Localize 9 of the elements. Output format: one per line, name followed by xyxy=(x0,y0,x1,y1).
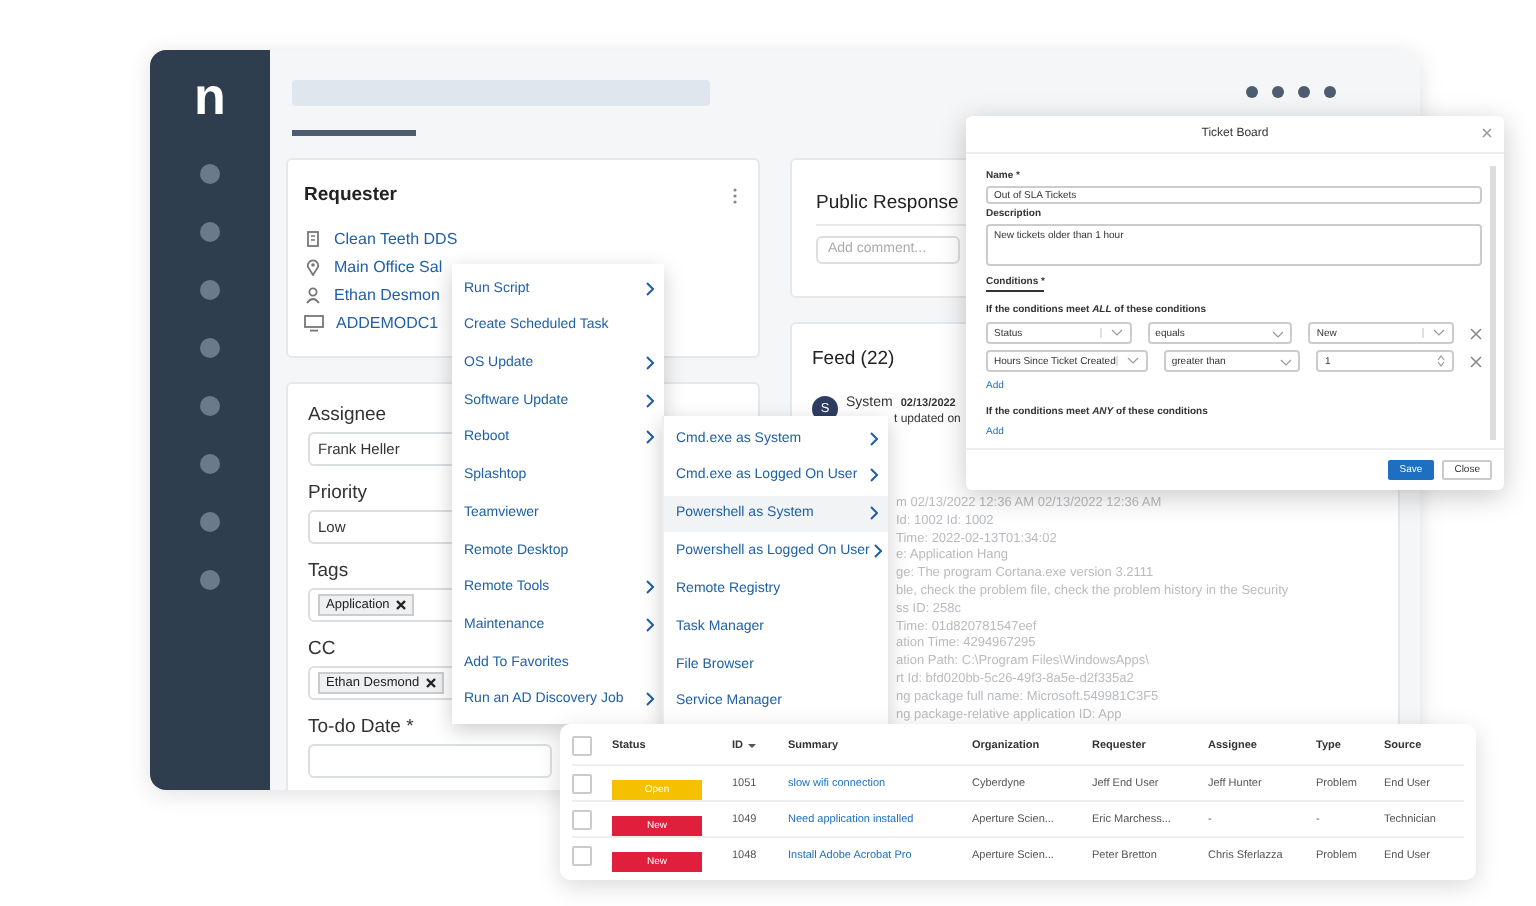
card-title: Feed (22) xyxy=(812,348,895,370)
field-label: Priority xyxy=(308,482,370,504)
logo: n xyxy=(194,70,226,122)
field-label: To-do Date * xyxy=(308,716,416,738)
field-label: Assignee xyxy=(308,404,389,426)
card-title: Public Response xyxy=(816,192,959,214)
field-label: Tags xyxy=(308,560,351,582)
field-label: CC xyxy=(308,638,338,660)
card-title: Requester xyxy=(304,184,397,206)
